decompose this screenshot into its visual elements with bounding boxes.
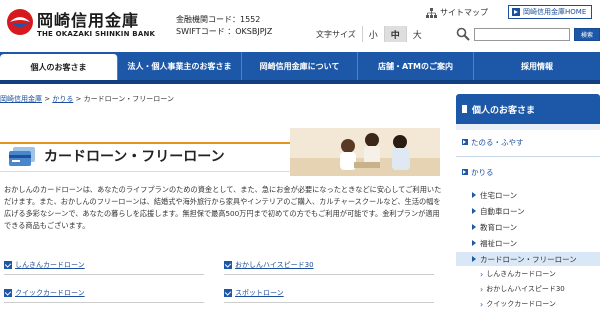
font-size-large-button[interactable]: 大 [405, 26, 428, 42]
font-size-medium-button[interactable]: 中 [383, 26, 406, 42]
family-illustration [290, 128, 440, 176]
sidebar-item-shinkin-card-loan[interactable]: しんきんカードローン [480, 269, 556, 279]
bank-logo[interactable]: 岡崎信用金庫 THE OKAZAKI SHINKIN BANK [6, 6, 166, 46]
breadcrumb-separator: > [73, 95, 84, 103]
sidebar-item-okashin-highspeed[interactable]: おかしんハイスピード30 [480, 284, 565, 294]
divider [4, 302, 204, 303]
font-size-selector: 文字サイズ 小 中 大 [316, 26, 428, 42]
link-shinkin-card-loan[interactable]: しんきんカードローン [4, 260, 85, 270]
tab-personal[interactable]: 個人のお客さま [0, 54, 118, 80]
sidebar-item-auto-loan[interactable]: 自動車ローン [456, 204, 600, 218]
link-label: しんきんカードローン [15, 261, 85, 269]
search-icon [456, 27, 470, 41]
sidebar-item-label: カードローン・フリーローン [480, 254, 577, 264]
link-spot-loan[interactable]: スポットローン [224, 288, 284, 298]
link-label: おかしんハイスピード30 [235, 261, 314, 269]
sidebar-item-borrow[interactable]: かりる [456, 164, 600, 180]
checkbox-icon [224, 261, 232, 269]
link-label: スポットローン [235, 289, 284, 297]
bank-code: 金融機関コード：1552 [176, 15, 261, 24]
arrow-box-icon [462, 169, 468, 175]
tab-business[interactable]: 法人・個人事業主のお客さま [118, 52, 242, 80]
font-size-small-button[interactable]: 小 [361, 26, 384, 42]
credit-card-icon [9, 147, 35, 166]
arrow-box-icon [462, 139, 468, 145]
search-input[interactable] [474, 27, 570, 41]
page-title: カードローン・フリーローン [44, 149, 225, 165]
sidebar-item-label: 福祉ローン [480, 238, 518, 248]
sidebar-item-housing-loan[interactable]: 住宅ローン [456, 188, 600, 202]
breadcrumb-home[interactable]: 岡崎信用金庫 [0, 95, 42, 103]
triangle-right-icon [472, 208, 476, 214]
triangle-right-icon [472, 256, 476, 262]
home-button[interactable]: 岡崎信用金庫HOME [508, 5, 592, 19]
sidebar-item-label: たのる・ふやす [471, 137, 524, 147]
sidebar-item-save[interactable]: たのる・ふやす [456, 134, 600, 150]
sidebar: 個人のお客さま たのる・ふやす かりる 住宅ローン 自動車ローン 教育ローン 福… [456, 94, 600, 311]
sidebar-item-label: 住宅ローン [480, 190, 518, 200]
bank-info: 金融機関コード：1552 SWIFTコード ：OKSBJPJZ [176, 14, 272, 38]
triangle-right-icon [472, 192, 476, 198]
sitemap-link[interactable]: サイトマップ [426, 7, 488, 18]
sidebar-item-card-free-loan[interactable]: カードローン・フリーローン [456, 252, 600, 266]
breadcrumb-separator: > [42, 95, 53, 103]
breadcrumb: 岡崎信用金庫 > かりる > カードローン・フリーローン [0, 94, 174, 104]
divider [224, 302, 434, 303]
arrow-right-icon [512, 8, 520, 16]
search-area: 検索 [456, 26, 600, 42]
link-quick-card-loan[interactable]: クイックカードローン [4, 288, 85, 298]
sidebar-item-quick-card-loan[interactable]: クイックカードローン [480, 299, 556, 309]
link-okashin-highspeed[interactable]: おかしんハイスピード30 [224, 260, 314, 270]
sitemap-icon [426, 7, 437, 18]
link-label: クイックカードローン [15, 289, 85, 297]
checkbox-icon [4, 261, 12, 269]
divider [224, 274, 434, 275]
home-button-label: 岡崎信用金庫HOME [523, 8, 587, 16]
font-size-label: 文字サイズ [316, 29, 356, 39]
site-header: 岡崎信用金庫 THE OKAZAKI SHINKIN BANK 金融機関コード：… [0, 0, 600, 52]
global-nav: 個人のお客さま 法人・個人事業主のお客さま 岡崎信用金庫について 店舗・ATMの… [0, 52, 600, 84]
tab-about[interactable]: 岡崎信用金庫について [242, 52, 358, 80]
checkbox-icon [4, 289, 12, 297]
swift-code: SWIFTコード ：OKSBJPJZ [176, 27, 273, 36]
sitemap-label: サイトマップ [440, 8, 488, 17]
logo-english-name: THE OKAZAKI SHINKIN BANK [37, 30, 156, 38]
sidebar-heading: 個人のお客さま [456, 94, 600, 124]
triangle-right-icon [472, 240, 476, 246]
sidebar-item-label: 自動車ローン [480, 206, 525, 216]
divider [4, 274, 204, 275]
page-hero: カードローン・フリーローン [0, 128, 440, 176]
search-button[interactable]: 検索 [574, 27, 600, 41]
breadcrumb-borrow[interactable]: かりる [52, 95, 73, 103]
family-photo [290, 128, 440, 176]
triangle-right-icon [472, 224, 476, 230]
tab-recruit[interactable]: 採用情報 [474, 52, 600, 80]
logo-mark-icon [7, 9, 33, 35]
breadcrumb-current: カードローン・フリーローン [83, 95, 174, 103]
logo-japanese-name: 岡崎信用金庫 [37, 11, 140, 30]
tab-branches-atm[interactable]: 店舗・ATMのご案内 [358, 52, 474, 80]
intro-text: おかしんのカードローンは、あなたのライフプランのための資金として、また、急にお金… [4, 185, 442, 230]
sidebar-item-education-loan[interactable]: 教育ローン [456, 220, 600, 234]
checkbox-icon [224, 289, 232, 297]
sidebar-item-welfare-loan[interactable]: 福祉ローン [456, 236, 600, 250]
divider [456, 156, 600, 157]
sidebar-spacer [456, 124, 600, 130]
sidebar-item-label: 教育ローン [480, 222, 518, 232]
sidebar-item-label: かりる [471, 167, 494, 177]
